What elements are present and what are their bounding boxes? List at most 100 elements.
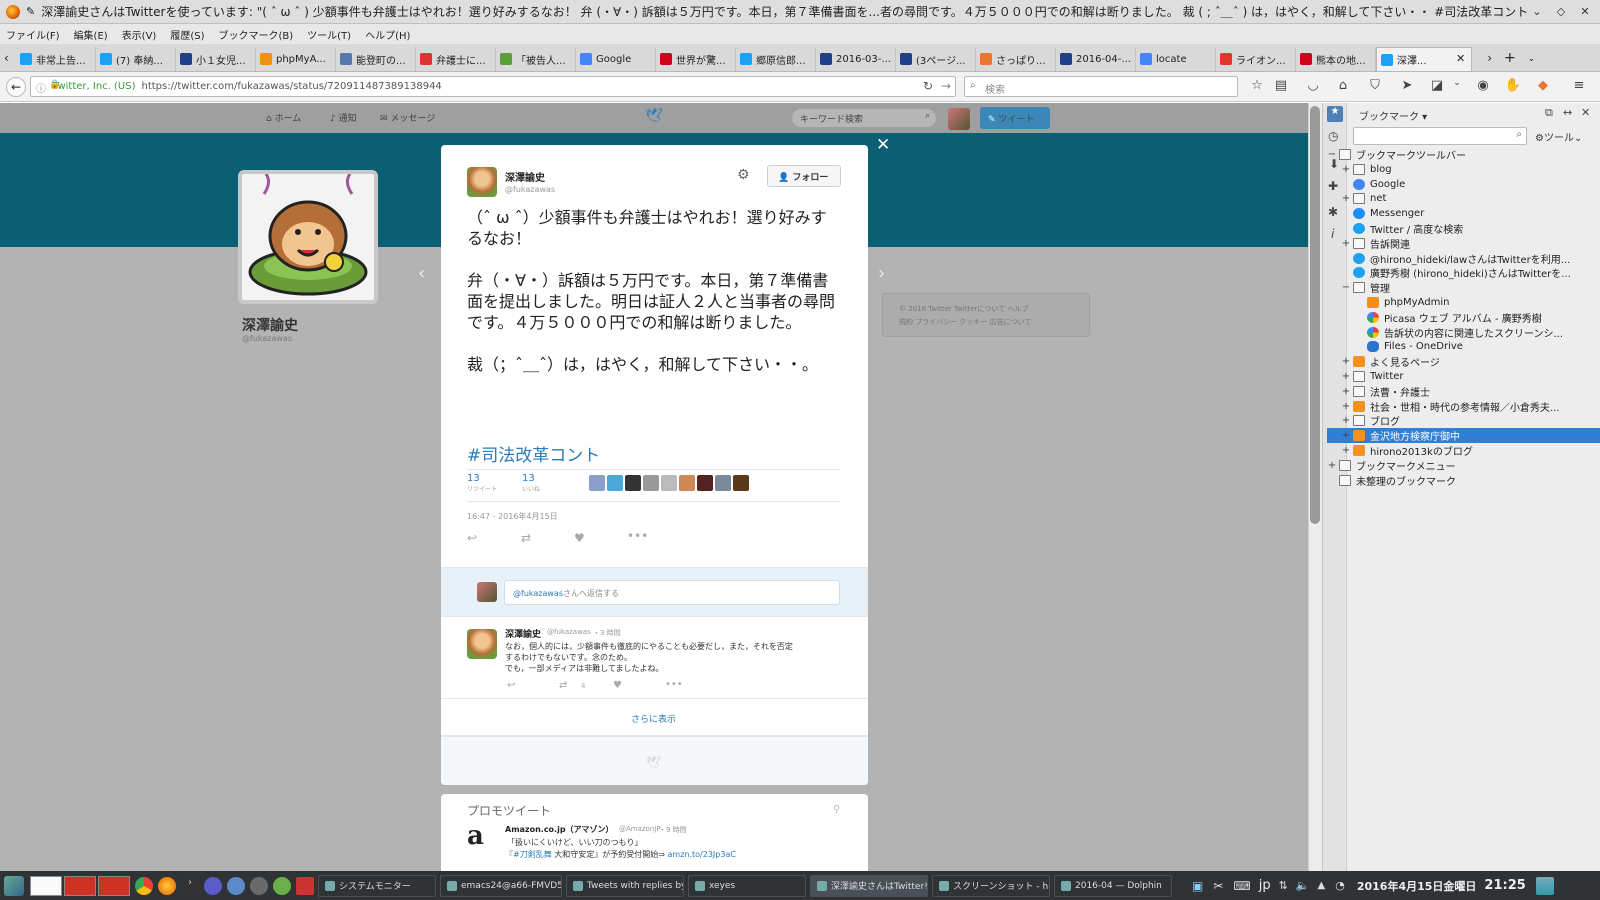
taskbar-task[interactable]: 2016-04 — Dolphin	[1054, 874, 1172, 897]
nav-home[interactable]: ⌂ ホーム	[266, 111, 301, 124]
reply-retweet-icon[interactable]: ⇄	[559, 680, 567, 691]
liker-avatar[interactable]	[679, 475, 695, 491]
bookmark-item[interactable]: Files - OneDrive	[1327, 339, 1600, 354]
leaf-launcher-icon[interactable]	[273, 876, 291, 895]
promo-author[interactable]: Amazon.co.jp（アマゾン）	[505, 824, 614, 835]
bookmarks-menu-icon[interactable]: ▤	[1272, 78, 1290, 96]
sidebar-title[interactable]: ブックマーク ▾	[1359, 108, 1427, 123]
own-avatar[interactable]	[948, 108, 970, 130]
bookmark-item[interactable]: + 告訴関連	[1327, 236, 1600, 251]
menu-help[interactable]: ヘルプ(H)	[365, 27, 410, 42]
bookmark-item[interactable]: Twitter / 高度な検索	[1327, 221, 1600, 236]
bookmark-item[interactable]: + hirono2013kのブログ	[1327, 443, 1600, 458]
tray-volume-icon[interactable]: 🔈	[1296, 879, 1310, 892]
browser-tab[interactable]: 能登町の...	[336, 47, 416, 71]
menu-file[interactable]: ファイル(F)	[6, 27, 60, 42]
reply-time[interactable]: ・3 時間	[593, 628, 621, 638]
liker-avatar[interactable]	[661, 475, 677, 491]
twitter-bird-icon[interactable]: 🕊	[645, 108, 663, 124]
dropdown-icon[interactable]: ⌄	[1448, 78, 1466, 96]
expand-toggle-icon[interactable]: +	[1341, 238, 1351, 249]
firefox-launcher-icon[interactable]	[158, 876, 176, 895]
reply-reply-icon[interactable]: ↩	[507, 680, 515, 691]
liker-avatar[interactable]	[643, 475, 659, 491]
modal-close-icon[interactable]: ✕	[876, 135, 890, 155]
bookmark-item[interactable]: 告訴状の内容に関連したスクリーンシ...	[1327, 325, 1600, 340]
bookmark-item[interactable]: Picasa ウェブ アルバム - 廣野秀樹	[1327, 310, 1600, 325]
expand-toggle-icon[interactable]: +	[1341, 445, 1351, 456]
liker-avatar[interactable]	[697, 475, 713, 491]
browser-tab[interactable]: (3ページ...	[896, 47, 976, 71]
sidebar-history-icon[interactable]: ◷	[1328, 129, 1338, 143]
profile-avatar[interactable]	[238, 170, 378, 304]
bookmark-item[interactable]: 廣野秀樹 (hirono_hideki)さんはTwitterを...	[1327, 265, 1600, 280]
bookmark-item[interactable]: − ブックマークツールバー	[1327, 147, 1600, 162]
tray-time[interactable]: 21:25	[1484, 878, 1525, 893]
bookmark-item[interactable]: phpMyAdmin	[1327, 295, 1600, 310]
bookmark-item[interactable]: + Twitter	[1327, 369, 1600, 384]
expand-toggle-icon[interactable]: +	[1341, 193, 1351, 204]
retweet-stat[interactable]: 13 リツイート	[467, 473, 497, 493]
expand-toggle-icon[interactable]: −	[1327, 149, 1337, 160]
browser-tab[interactable]: Google	[576, 47, 656, 71]
tray-lang[interactable]: jp	[1259, 878, 1271, 893]
extension-icon[interactable]: ◆	[1534, 78, 1552, 96]
expand-toggle-icon[interactable]: +	[1341, 371, 1351, 382]
like-heart-icon[interactable]: ♥	[574, 531, 585, 545]
browser-tab[interactable]: 郷原信郎...	[736, 47, 816, 71]
browser-tab[interactable]: locate	[1136, 47, 1216, 71]
author-avatar[interactable]	[467, 167, 497, 197]
close-window-button[interactable]: ✕	[1576, 5, 1594, 18]
bookmark-item[interactable]: + ブックマークメニュー	[1327, 458, 1600, 473]
browser-tab[interactable]: phpMyA...	[256, 47, 336, 71]
browser-tab[interactable]: ライオン...	[1216, 47, 1296, 71]
chrome-launcher-icon[interactable]	[135, 876, 153, 895]
tray-scissors-icon[interactable]: ✂	[1213, 879, 1223, 893]
desktop-pager-2[interactable]	[64, 875, 96, 896]
tweet-hashtag[interactable]: #司法改革コント	[467, 441, 600, 466]
reply-like-icon[interactable]: ♥	[613, 680, 622, 691]
hamburger-menu-icon[interactable]: ≡	[1570, 78, 1588, 96]
tools-launcher-icon[interactable]	[250, 876, 268, 895]
tray-network-icon[interactable]: ⇅	[1279, 879, 1288, 892]
expand-toggle-icon[interactable]: +	[1341, 430, 1351, 441]
sidebar-bookmarks-icon[interactable]: ★	[1327, 106, 1343, 122]
info-icon[interactable]: ⓘ	[36, 80, 46, 95]
bookmark-item[interactable]: − 管理	[1327, 280, 1600, 295]
footer-line1[interactable]: © 2016 Twitter Twitterについて ヘルプ	[899, 304, 1089, 314]
page-scrollbar-thumb[interactable]	[1310, 106, 1320, 524]
menu-history[interactable]: 履歴(S)	[170, 27, 204, 42]
chat-icon[interactable]: ◉	[1474, 78, 1492, 96]
taskbar-task[interactable]: 深澤諭史さんはTwitterを使...	[810, 874, 928, 897]
browser-tab[interactable]: 世界が驚...	[656, 47, 736, 71]
bookmark-item[interactable]: + blog	[1327, 162, 1600, 177]
tray-chat-icon[interactable]: ▣	[1192, 879, 1203, 893]
show-desktop-icon[interactable]	[1535, 876, 1554, 895]
reply-more-icon[interactable]: •••	[665, 679, 683, 690]
author-name[interactable]: 深澤諭史	[505, 169, 545, 184]
taskbar-task[interactable]: システムモニター	[318, 874, 436, 897]
bookmark-star-icon[interactable]: ☆	[1248, 78, 1266, 96]
menu-edit[interactable]: 編集(E)	[74, 27, 108, 42]
sidebar-tools-menu[interactable]: ⚙ツール⌄	[1535, 129, 1582, 144]
bookmark-item[interactable]: + ブログ	[1327, 413, 1600, 428]
reply-author-name[interactable]: 深澤諭史	[505, 627, 541, 640]
bookmark-item[interactable]: + 法曹・弁護士	[1327, 384, 1600, 399]
browser-tab[interactable]: (7) 奉納...	[96, 47, 176, 71]
follow-button[interactable]: 👤 フォロー	[767, 165, 841, 187]
browser-tab[interactable]: 2016-04-...	[1056, 47, 1136, 71]
back-button[interactable]: ←	[6, 77, 26, 97]
pdf-launcher-icon[interactable]	[296, 876, 314, 895]
bookmark-item[interactable]: Messenger	[1327, 206, 1600, 221]
browser-tab[interactable]: 非常上告...	[16, 47, 96, 71]
taskbar-task[interactable]: スクリーンショット - h-scr...	[932, 874, 1050, 897]
pocket-icon[interactable]: ◡	[1304, 78, 1322, 96]
prev-tweet-arrow-icon[interactable]: ‹	[418, 263, 425, 284]
browser-tab[interactable]: 熊本の地...	[1296, 47, 1376, 71]
sidebar-swap-icon[interactable]: ↔	[1563, 106, 1572, 119]
tab-scroll-left-icon[interactable]: ‹	[4, 51, 16, 65]
liker-avatar[interactable]	[733, 475, 749, 491]
settings-gear-icon[interactable]: ⚙	[737, 167, 750, 183]
desktop-pager-1[interactable]	[30, 875, 62, 896]
shield-icon[interactable]: ⛉	[1366, 78, 1384, 96]
